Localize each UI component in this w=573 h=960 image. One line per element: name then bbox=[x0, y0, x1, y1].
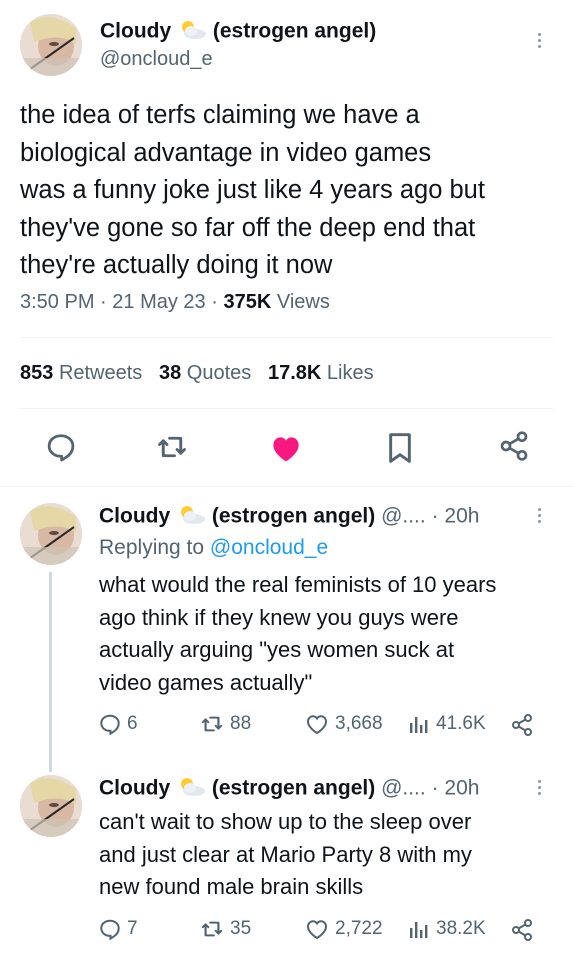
likes-count: 17.8K bbox=[267, 362, 322, 384]
more-options-icon[interactable] bbox=[538, 30, 544, 51]
tweet-text-line: actually arguing "yes women suck at bbox=[99, 637, 455, 662]
like-count: 2,722 bbox=[335, 918, 383, 939]
reply-icon[interactable] bbox=[46, 432, 76, 467]
likes-label: Likes bbox=[326, 362, 374, 384]
like-icon-filled[interactable] bbox=[270, 433, 302, 468]
display-name[interactable]: Cloudy bbox=[99, 505, 170, 528]
views-button[interactable]: 41.6K bbox=[408, 713, 486, 735]
divider bbox=[0, 486, 573, 487]
tweet-text-line: ago think if they knew you guys were bbox=[99, 604, 459, 630]
reply-button[interactable]: 7 bbox=[99, 918, 138, 940]
share-icon[interactable] bbox=[510, 713, 534, 742]
separator: · bbox=[431, 504, 439, 528]
separator: · bbox=[100, 291, 107, 313]
tweet-text-line: new found male brain skills bbox=[99, 874, 364, 899]
sun-behind-cloud-icon bbox=[176, 775, 206, 803]
handle[interactable]: @.... bbox=[381, 777, 426, 800]
avatar[interactable] bbox=[20, 14, 82, 76]
views-icon bbox=[410, 922, 428, 938]
view-count: 41.6K bbox=[436, 713, 486, 734]
share-icon[interactable] bbox=[498, 430, 530, 467]
retweet-icon bbox=[201, 716, 223, 732]
like-count: 3,668 bbox=[335, 713, 383, 734]
more-options-icon[interactable] bbox=[538, 777, 544, 798]
tweet-text: what would the real feminists of 10 year… bbox=[99, 569, 496, 699]
display-name-suffix[interactable]: (estrogen angel) bbox=[213, 20, 376, 43]
display-name-suffix[interactable]: (estrogen angel) bbox=[212, 777, 375, 800]
thread-line bbox=[49, 572, 52, 772]
display-name[interactable]: Cloudy bbox=[99, 777, 170, 800]
replying-to-link[interactable]: @oncloud_e bbox=[210, 536, 328, 559]
likes-stat[interactable]: 17.8K Likes bbox=[268, 362, 374, 384]
quotes-label: Quotes bbox=[186, 362, 252, 384]
sun-behind-cloud-icon bbox=[177, 18, 207, 46]
engagement-stats: 853 Retweets 38 Quotes 17.8K Likes bbox=[20, 362, 374, 385]
retweets-label: Retweets bbox=[58, 362, 143, 384]
avatar[interactable] bbox=[20, 503, 82, 565]
like-icon bbox=[306, 715, 328, 735]
reply-icon bbox=[100, 919, 120, 940]
reply-count: 6 bbox=[127, 713, 138, 734]
tweet-text-line: the idea of terfs claiming we have a bbox=[20, 101, 420, 129]
more-options-icon[interactable] bbox=[538, 505, 544, 526]
reply-header: Cloudy (estrogen angel) @.... · 20h bbox=[99, 503, 479, 531]
reply-button[interactable]: 6 bbox=[99, 713, 138, 735]
tweet-text-line: and just clear at Mario Party 8 with my bbox=[99, 841, 472, 867]
tweet-text-line: video games actually" bbox=[99, 669, 313, 695]
reply-header: Cloudy (estrogen angel) @.... · 20h bbox=[99, 775, 479, 803]
tweet-meta: 3:50 PM · 21 May 23 · 375K Views bbox=[20, 291, 330, 314]
reply-icon bbox=[100, 714, 120, 735]
handle[interactable]: @oncloud_e bbox=[100, 48, 213, 71]
replying-to: Replying to @oncloud_e bbox=[99, 536, 328, 560]
like-button[interactable]: 3,668 bbox=[305, 713, 383, 735]
retweet-count: 35 bbox=[230, 918, 252, 939]
retweets-stat[interactable]: 853 Retweets bbox=[20, 362, 142, 384]
retweet-button[interactable]: 88 bbox=[200, 713, 251, 735]
tweet-text-line: can't wait to show up to the sleep over bbox=[99, 809, 472, 834]
tweet-date[interactable]: 21 May 23 bbox=[112, 291, 205, 313]
divider bbox=[20, 408, 553, 409]
views-count: 375K bbox=[223, 291, 272, 313]
retweets-count: 853 bbox=[20, 362, 54, 384]
retweet-icon bbox=[201, 921, 223, 937]
tweet-time[interactable]: 3:50 PM bbox=[20, 291, 94, 313]
views-icon bbox=[410, 717, 428, 733]
quotes-count: 38 bbox=[158, 362, 182, 384]
replying-to-label: Replying to bbox=[99, 536, 205, 559]
tweet-text: can't wait to show up to the sleep over … bbox=[99, 806, 472, 904]
retweet-count: 88 bbox=[230, 713, 252, 734]
bookmark-icon[interactable] bbox=[386, 432, 414, 469]
view-count: 38.2K bbox=[436, 918, 486, 939]
tweet-text-line: biological advantage in video games bbox=[20, 138, 432, 167]
display-name[interactable]: Cloudy bbox=[100, 20, 171, 43]
tweet-text-line: what would the real feminists of 10 year… bbox=[99, 572, 497, 597]
views-label: Views bbox=[276, 291, 330, 313]
retweet-button[interactable]: 35 bbox=[200, 918, 251, 940]
retweet-icon[interactable] bbox=[157, 432, 187, 467]
tweet-text: the idea of terfs claiming we have a bio… bbox=[20, 97, 485, 285]
views-button[interactable]: 38.2K bbox=[408, 918, 486, 940]
like-icon bbox=[306, 920, 328, 940]
separator: · bbox=[431, 776, 439, 800]
like-button[interactable]: 2,722 bbox=[305, 918, 383, 940]
sun-behind-cloud-icon bbox=[176, 503, 206, 531]
tweet-text-line: was a funny joke just like 4 years ago b… bbox=[20, 176, 485, 204]
divider bbox=[20, 337, 553, 338]
reply-count: 7 bbox=[127, 918, 138, 939]
tweet-text-line: they've gone so far off the deep end tha… bbox=[20, 213, 476, 242]
display-name-suffix[interactable]: (estrogen angel) bbox=[212, 505, 375, 528]
quotes-stat[interactable]: 38 Quotes bbox=[159, 362, 251, 384]
share-icon[interactable] bbox=[510, 918, 534, 947]
handle[interactable]: @.... bbox=[381, 505, 426, 528]
avatar[interactable] bbox=[20, 775, 82, 837]
tweet-text-line: they're actually doing it now bbox=[20, 251, 333, 279]
time-ago[interactable]: 20h bbox=[444, 777, 479, 800]
time-ago[interactable]: 20h bbox=[444, 505, 479, 528]
separator: · bbox=[211, 291, 218, 313]
